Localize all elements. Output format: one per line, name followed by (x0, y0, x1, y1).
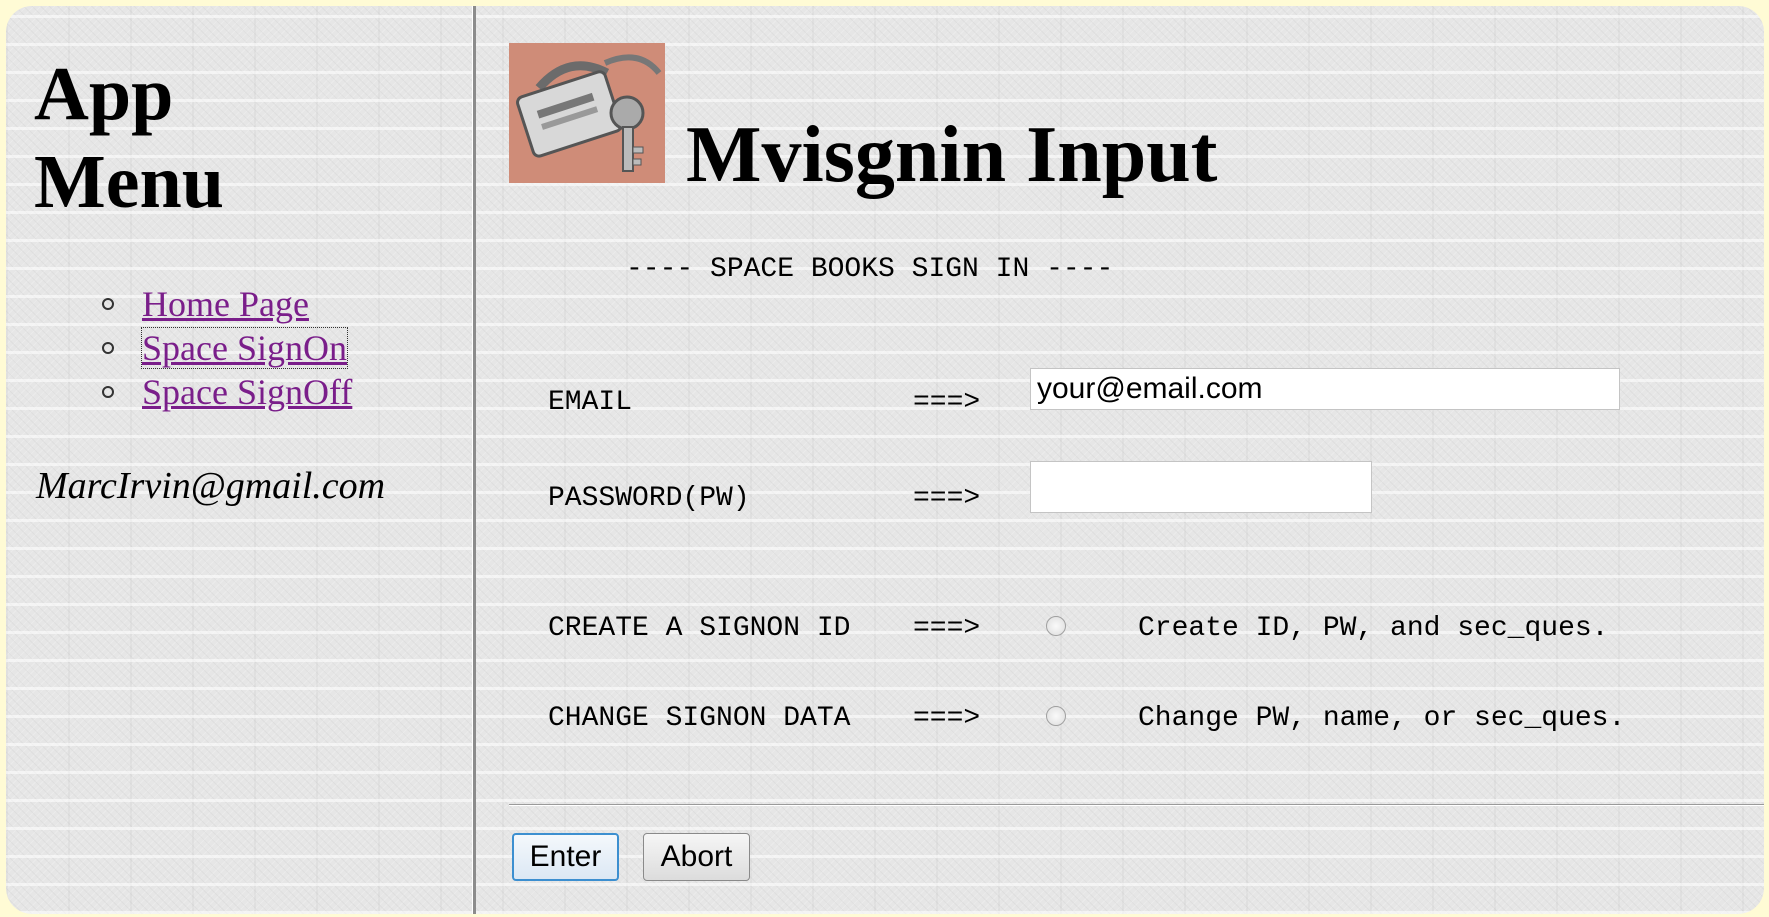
sign-in-subtitle: ---- SPACE BOOKS SIGN IN ---- (626, 254, 1114, 285)
user-email: MarcIrvin@gmail.com (36, 465, 386, 507)
email-arrow: ===> (913, 387, 981, 418)
password-arrow: ===> (913, 483, 981, 514)
app-menu-title: App Menu (34, 50, 224, 226)
app-menu-list: Home Page Space SignOn Space SignOff (102, 282, 352, 414)
change-signon-description: Change PW, name, or sec_ques. (1138, 703, 1626, 734)
app-menu-title-line1: App (34, 52, 174, 136)
menu-item-home: Home Page (102, 282, 352, 326)
email-field[interactable] (1030, 368, 1620, 410)
password-field[interactable] (1030, 461, 1372, 513)
create-signon-description: Create ID, PW, and sec_ques. (1138, 613, 1609, 644)
page-title: Mvisgnin Input (686, 111, 1218, 199)
sign-in-form-panel: Mvisgnin Input ---- SPACE BOOKS SIGN IN … (478, 6, 1764, 914)
padlock-key-icon (509, 43, 665, 183)
app-menu-sidebar: App Menu Home Page Space SignOn Space Sig… (6, 6, 472, 914)
menu-item-signoff: Space SignOff (102, 370, 352, 414)
change-signon-label: CHANGE SIGNON DATA (548, 703, 851, 734)
create-signon-label: CREATE A SIGNON ID (548, 613, 851, 644)
password-label: PASSWORD(PW) (548, 483, 750, 514)
circle-bullet-icon (102, 342, 114, 354)
space-signon-link[interactable]: Space SignOn (141, 327, 348, 369)
form-separator (509, 804, 1764, 806)
sidebar-divider (472, 6, 476, 914)
home-page-link[interactable]: Home Page (142, 284, 309, 324)
create-signon-radio[interactable] (1046, 616, 1066, 636)
menu-item-signon: Space SignOn (102, 326, 352, 370)
email-label: EMAIL (548, 387, 633, 418)
app-menu-title-line2: Menu (34, 140, 224, 224)
create-signon-arrow: ===> (913, 613, 981, 644)
change-signon-radio[interactable] (1046, 706, 1066, 726)
page-frame: App Menu Home Page Space SignOn Space Sig… (6, 6, 1764, 914)
space-signoff-link[interactable]: Space SignOff (142, 372, 352, 412)
abort-button[interactable]: Abort (643, 833, 750, 881)
circle-bullet-icon (102, 298, 114, 310)
enter-button[interactable]: Enter (512, 833, 619, 881)
change-signon-arrow: ===> (913, 703, 981, 734)
circle-bullet-icon (102, 386, 114, 398)
